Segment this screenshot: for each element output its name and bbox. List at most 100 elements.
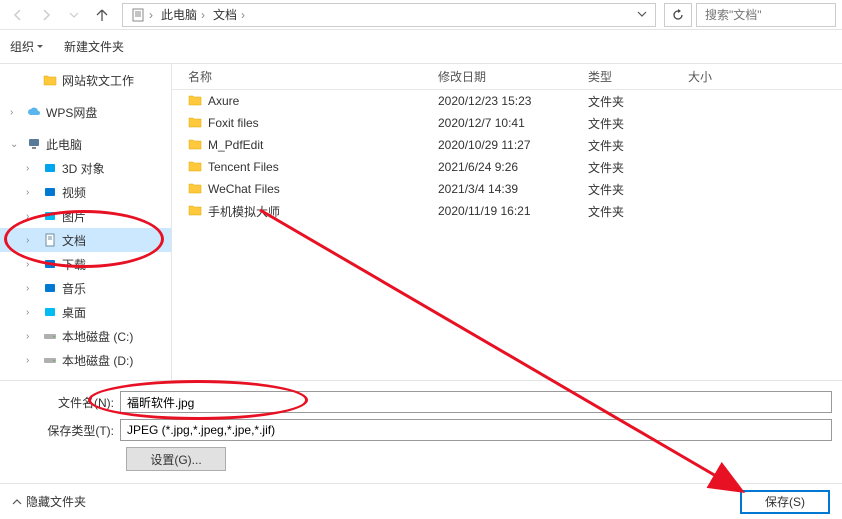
settings-button[interactable]: 设置(G)... [126,447,226,471]
column-header-type[interactable]: 类型 [582,68,682,85]
address-dropdown-button[interactable] [633,8,651,22]
tree-expand-icon[interactable]: › [26,235,38,246]
nav-recent-dropdown[interactable] [62,3,86,27]
search-box[interactable] [696,3,836,27]
chevron-up-icon [12,497,22,507]
sidebar-item-4[interactable]: › 下载 [0,252,171,276]
chevron-down-icon [36,43,44,51]
chevron-right-icon: › [149,8,153,22]
file-row[interactable]: M_PdfEdit2020/10/29 11:27文件夹 [172,134,842,156]
column-header-size[interactable]: 大小 [682,68,762,85]
teal-icon [42,161,58,175]
save-button[interactable]: 保存(S) [740,490,830,514]
sidebar-item-0[interactable]: › 3D 对象 [0,156,171,180]
sidebar-item-label: 下载 [62,256,86,273]
sidebar-item-label: 视频 [62,184,86,201]
folder-icon [188,137,202,154]
hide-folders-button[interactable]: 隐藏文件夹 [12,493,86,510]
sidebar-item-2[interactable]: › 图片 [0,204,171,228]
file-row[interactable]: Axure2020/12/23 15:23文件夹 [172,90,842,112]
folder-icon [188,93,202,110]
blue-icon [42,185,58,199]
file-date: 2020/12/23 15:23 [432,94,582,108]
file-row[interactable]: WeChat Files 2021/3/4 14:39文件夹 [172,178,842,200]
save-form: 文件名(N): 保存类型(T): 设置(G)... [0,380,842,477]
file-date: 2020/11/19 16:21 [432,204,582,218]
file-date: 2021/6/24 9:26 [432,160,582,174]
filename-input[interactable] [120,391,832,413]
file-list: 名称 修改日期 类型 大小 Axure2020/12/23 15:23文件夹Fo… [172,64,842,380]
nav-up-button[interactable] [90,3,114,27]
tree-expand-icon[interactable]: › [26,163,38,174]
search-input[interactable] [705,8,842,22]
tree-expand-icon[interactable]: › [26,307,38,318]
tree-expand-icon[interactable]: › [26,187,38,198]
nav-forward-button[interactable] [34,3,58,27]
chevron-right-icon: › [201,8,205,22]
chevron-right-icon: › [241,8,245,22]
blue-icon [42,281,58,295]
folder-icon [188,181,202,198]
address-bar[interactable]: › 此电脑 › 文档 › [122,3,656,27]
sidebar-tree: 网站软文工作 › WPS网盘 ⌄ 此电脑 ›3D 对象›视频›图片›文档›下载›… [0,64,172,380]
sidebar-item-label: 文档 [62,232,86,249]
folder-icon [42,73,58,87]
file-list-header: 名称 修改日期 类型 大小 [172,64,842,90]
column-header-name[interactable]: 名称 [182,68,432,85]
tree-expand-icon[interactable]: › [26,283,38,294]
tree-expand-icon[interactable]: › [26,259,38,270]
sidebar-item-label: 本地磁盘 (C:) [62,328,133,345]
drive-icon [42,329,58,343]
hide-folders-label: 隐藏文件夹 [26,493,86,510]
tree-expand-icon[interactable]: › [26,355,38,366]
file-date: 2020/10/29 11:27 [432,138,582,152]
sidebar-item-8[interactable]: ›本地磁盘 (D:) [0,348,171,372]
organize-button[interactable]: 组织 [10,38,44,55]
sidebar-item-label: WPS网盘 [46,104,97,121]
sidebar-item-wps[interactable]: › WPS网盘 [0,100,171,124]
sidebar-item-label: 3D 对象 [62,160,105,177]
file-type: 文件夹 [582,159,682,176]
cyan-icon [42,209,58,223]
sidebar-item-work-folder[interactable]: 网站软文工作 [0,68,171,92]
file-name: Tencent Files [208,160,279,174]
folder-icon [188,203,202,220]
file-name: WeChat Files [208,182,280,196]
sidebar-item-3[interactable]: › 文档 [0,228,171,252]
tree-expand-icon[interactable]: › [26,211,38,222]
address-segment-documents[interactable]: 文档 › [209,6,249,23]
address-segment-label: 文档 [213,6,237,23]
filetype-select[interactable] [120,419,832,441]
file-type: 文件夹 [582,115,682,132]
blue-icon [42,257,58,271]
refresh-button[interactable] [664,3,692,27]
tree-expand-icon[interactable]: › [10,107,22,118]
address-root-icon[interactable]: › [127,8,157,22]
tree-collapse-icon[interactable]: ⌄ [10,139,22,150]
sidebar-item-label: 桌面 [62,304,86,321]
file-row[interactable]: 手机模拟大师2020/11/19 16:21文件夹 [172,200,842,222]
tree-expand-icon[interactable]: › [26,331,38,342]
sidebar-item-5[interactable]: › 音乐 [0,276,171,300]
new-folder-button[interactable]: 新建文件夹 [64,38,124,55]
file-type: 文件夹 [582,93,682,110]
address-segment-pc[interactable]: 此电脑 › [157,6,209,23]
nav-back-button[interactable] [6,3,30,27]
sidebar-item-this-pc[interactable]: ⌄ 此电脑 [0,132,171,156]
doc-icon [42,233,58,247]
sidebar-item-1[interactable]: › 视频 [0,180,171,204]
sidebar-item-6[interactable]: › 桌面 [0,300,171,324]
sidebar-item-7[interactable]: › 本地磁盘 (C:) [0,324,171,348]
column-header-date[interactable]: 修改日期 [432,68,582,85]
new-folder-label: 新建文件夹 [64,38,124,55]
filename-label: 文件名(N): [10,394,120,411]
sidebar-item-label: 图片 [62,208,86,225]
file-date: 2021/3/4 14:39 [432,182,582,196]
sidebar-item-label: 音乐 [62,280,86,297]
file-type: 文件夹 [582,181,682,198]
file-name: 手机模拟大师 [208,203,280,220]
organize-label: 组织 [10,38,34,55]
file-row[interactable]: Foxit files2020/12/7 10:41文件夹 [172,112,842,134]
file-row[interactable]: Tencent Files 2021/6/24 9:26文件夹 [172,156,842,178]
file-name: M_PdfEdit [208,138,263,152]
